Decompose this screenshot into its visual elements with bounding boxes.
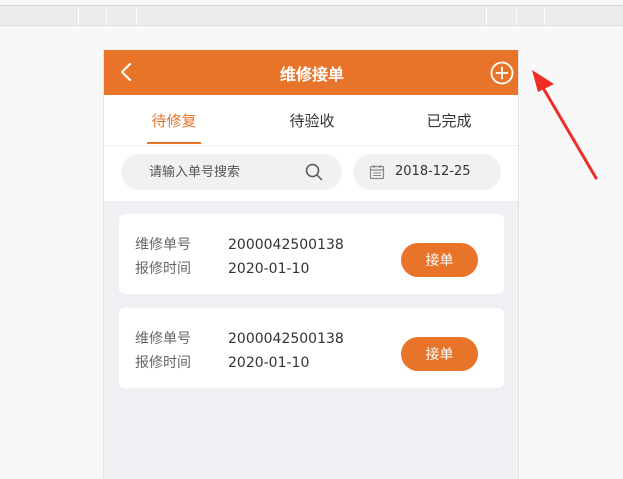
repair-time-row: 报修时间 2020-01-10 xyxy=(135,352,309,372)
plus-circle-icon xyxy=(490,61,513,84)
ruler-tick xyxy=(486,8,487,25)
date-picker[interactable]: 2018-12-25 xyxy=(353,154,501,190)
tab-label: 已完成 xyxy=(426,112,472,130)
active-tab-indicator xyxy=(147,142,201,144)
toolbar-bar xyxy=(0,0,623,6)
ruler-tick xyxy=(106,8,107,25)
tab-completed[interactable]: 已完成 xyxy=(407,95,491,146)
app-header: 维修接单 xyxy=(104,50,518,95)
order-card: 维修单号 2000042500138 报修时间 2020-01-10 接单 xyxy=(119,308,504,388)
filter-bar: 2018-12-25 xyxy=(104,146,518,201)
ruler-tick xyxy=(544,8,545,25)
chevron-left-icon xyxy=(120,63,132,81)
search-box xyxy=(121,154,342,190)
annotation-arrow-icon xyxy=(532,70,598,180)
order-number-label: 维修单号 xyxy=(135,237,191,253)
tab-pending-repair[interactable]: 待修复 xyxy=(132,95,216,146)
top-toolbar-strip xyxy=(0,0,623,26)
order-number-value: 2000042500138 xyxy=(228,237,344,253)
tab-label: 待修复 xyxy=(151,112,197,130)
add-order-button[interactable] xyxy=(489,60,514,85)
order-card: 维修单号 2000042500138 报修时间 2020-01-10 接单 xyxy=(119,214,504,294)
order-number-row: 维修单号 2000042500138 xyxy=(135,328,344,348)
tab-pending-acceptance[interactable]: 待验收 xyxy=(270,95,354,146)
order-number-label: 维修单号 xyxy=(135,331,191,347)
repair-time-label: 报修时间 xyxy=(135,261,191,277)
repair-time-row: 报修时间 2020-01-10 xyxy=(135,258,309,278)
calendar-icon xyxy=(369,165,385,180)
back-button[interactable] xyxy=(116,62,136,82)
order-number-value: 2000042500138 xyxy=(228,331,344,347)
tab-label: 待验收 xyxy=(289,112,335,130)
page-title: 维修接单 xyxy=(279,64,344,84)
search-input[interactable] xyxy=(149,163,299,181)
accept-order-button[interactable]: 接单 xyxy=(401,337,478,371)
mobile-app-screen: 维修接单 待修复 待验收 已完成 请输入单号搜索 2018-12-25 维修单号… xyxy=(103,50,519,479)
date-value: 2018-12-25 xyxy=(395,164,471,179)
repair-time-label: 报修时间 xyxy=(135,355,191,371)
accept-order-button[interactable]: 接单 xyxy=(401,243,478,277)
order-number-row: 维修单号 2000042500138 xyxy=(135,234,344,254)
repair-time-value: 2020-01-10 xyxy=(228,355,310,371)
ruler-tick xyxy=(78,8,79,25)
search-icon[interactable] xyxy=(305,163,323,181)
repair-time-value: 2020-01-10 xyxy=(228,261,310,277)
status-tabs: 待修复 待验收 已完成 xyxy=(104,95,518,146)
ruler-tick xyxy=(516,8,517,25)
ruler-tick xyxy=(136,8,137,25)
